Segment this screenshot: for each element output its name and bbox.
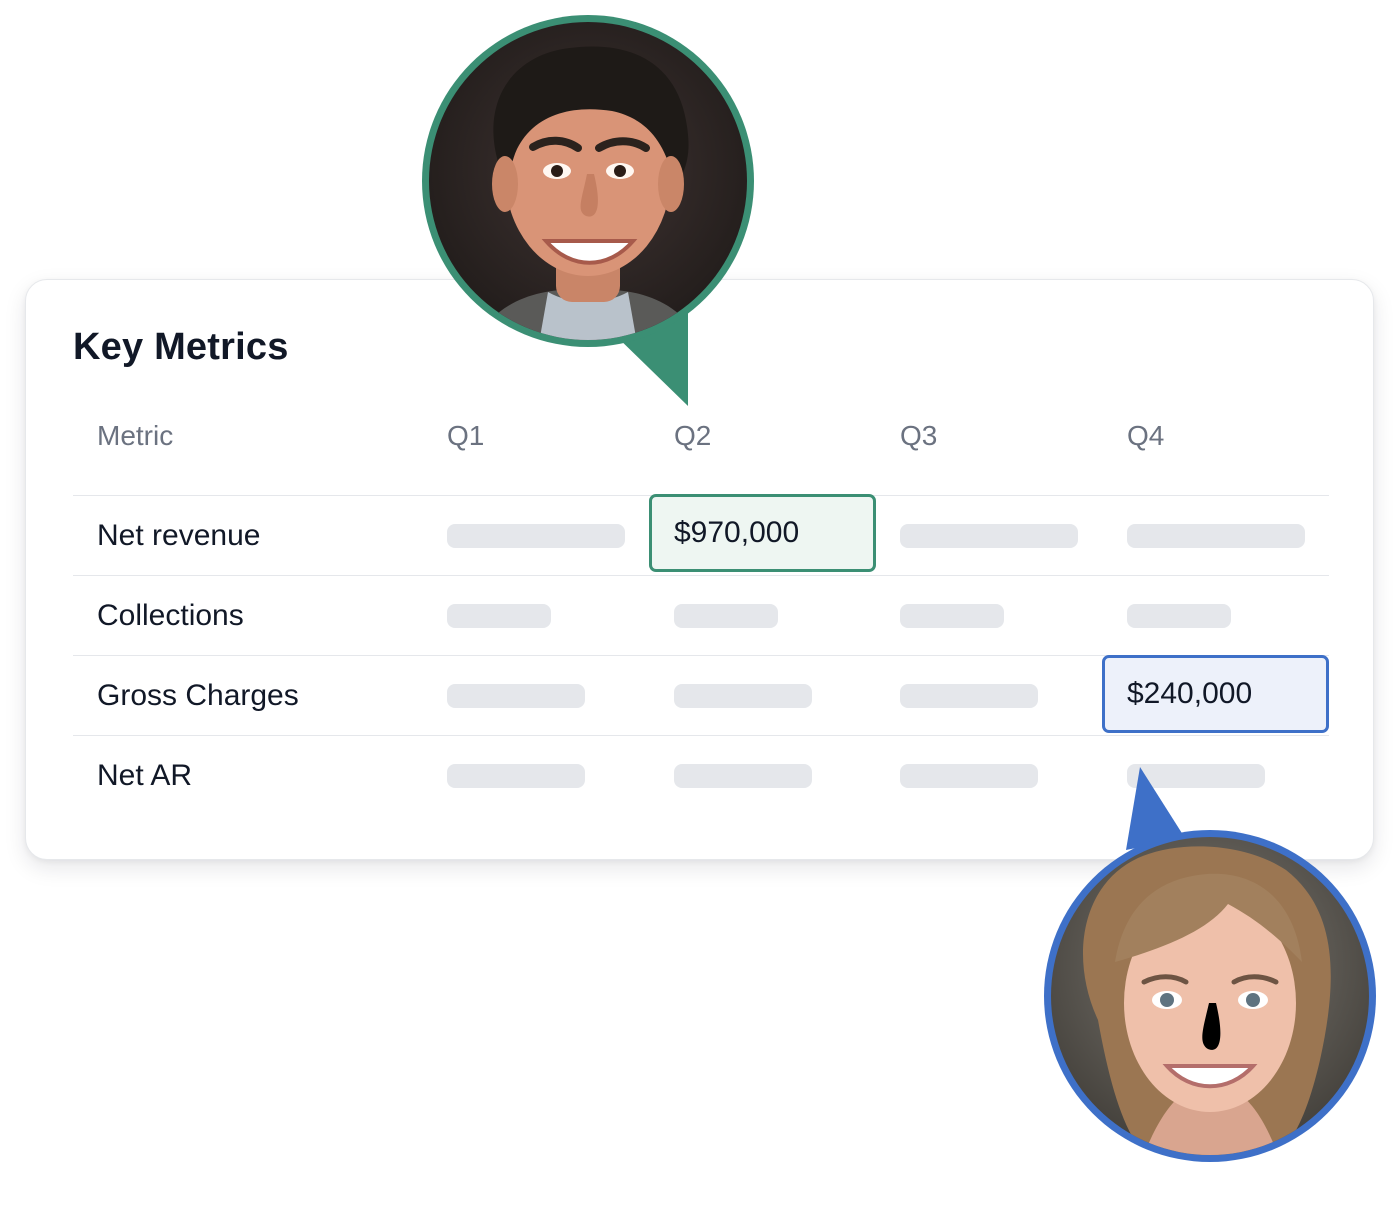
avatar-layer: [422, 15, 1376, 1162]
female-avatar-icon: [1044, 767, 1376, 1162]
male-avatar-icon: [422, 15, 754, 406]
